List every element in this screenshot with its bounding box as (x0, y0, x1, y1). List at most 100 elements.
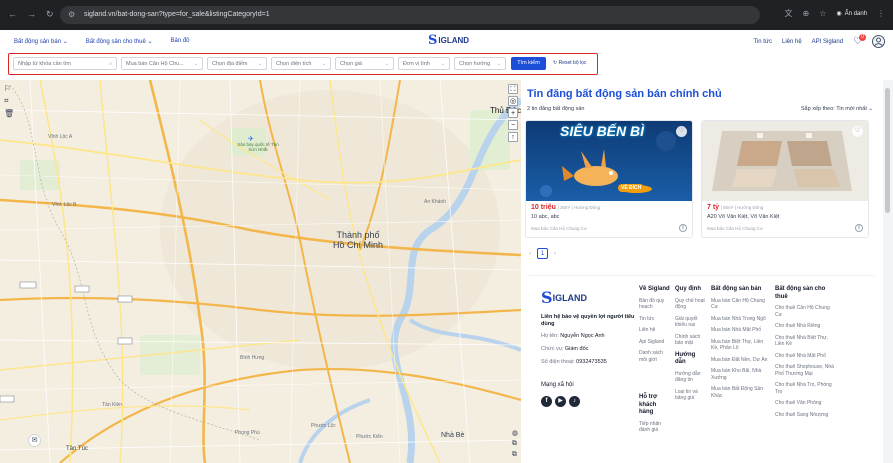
nav-item-map[interactable]: Bản đồ (171, 38, 190, 45)
footer-link[interactable]: Mua bán Đất Nền, Dự Án (711, 357, 769, 364)
footer-col-support: Hỗ trợ khách hàng Tiếp nhận đánh giá (639, 394, 671, 439)
keyword-search-input[interactable]: Nhập từ khóa cần tìm ⌕ (13, 57, 117, 70)
map-label-nha-be: Nhà Bè (441, 432, 465, 439)
footer-link[interactable]: Api Sigland (639, 339, 671, 346)
zoom-in-button[interactable]: + (508, 108, 518, 118)
listing-image (702, 121, 868, 201)
footer-link[interactable]: Cho thuê Căn Hộ Chung Cư (775, 305, 837, 318)
listing-image-graphic (702, 121, 868, 201)
back-icon[interactable]: ← (8, 9, 17, 20)
chevron-down-icon: ⌄ (496, 60, 501, 67)
site-logo[interactable]: S IGLAND (428, 33, 469, 48)
site-info-icon[interactable]: ⚙ (68, 10, 75, 19)
direction-value: Chọn hướng (459, 60, 491, 67)
footer-link[interactable]: Hướng dẫn đăng tin (675, 371, 707, 384)
favorite-heart-icon[interactable]: ♡ (676, 126, 687, 137)
footer-link[interactable]: Tin tức (639, 316, 671, 323)
footer-link[interactable]: Danh sách môi giới (639, 350, 671, 363)
footer-link[interactable]: Cho thuê Nhà Biệt Thự, Liền Kề (775, 335, 837, 348)
listing-card[interactable]: ♡ 7 tỷ | 80m² | Hướng Đông A20 Võ Văn Ki… (701, 120, 869, 238)
map-label-vinh-loc-b: Vĩnh Lộc B (52, 202, 77, 208)
footer-link[interactable]: Quy chế hoạt động (675, 298, 707, 311)
contact-name-value: Nguyễn Ngọc Anh (560, 333, 605, 339)
compass-icon[interactable]: ↑ (508, 132, 518, 142)
nav-item-sale-label: Bất động sản bán (14, 39, 62, 45)
facebook-icon[interactable]: f (541, 396, 552, 407)
draw-polygon-icon[interactable]: ⚐ (4, 84, 14, 93)
reset-filter-button[interactable]: ↻ Reset bộ lọc (553, 60, 586, 66)
prev-page-icon[interactable]: ‹ (529, 251, 531, 257)
scrollbar-thumb[interactable] (885, 88, 890, 213)
nav-item-news[interactable]: Tin tức (754, 39, 772, 45)
page-number[interactable]: 1 (537, 248, 548, 259)
listing-price: 10 triệu (531, 204, 556, 211)
fullscreen-icon[interactable]: ⛶ (508, 84, 518, 94)
next-page-icon[interactable]: › (554, 251, 556, 257)
footer-link[interactable]: Chính sách bảo mật (675, 334, 707, 347)
contact-heading: Liên hệ bảo vệ quyền lợi người tiêu dùng (541, 314, 635, 327)
footer-link[interactable]: Mua bán Biệt Thự, Liền Kề, Phân Lô (711, 339, 769, 352)
bookmark-star-icon[interactable]: ☆ (819, 9, 826, 18)
address-bar[interactable]: ⚙ sigland.vn/bat-dong-san?type=for_sale&… (60, 6, 760, 24)
user-avatar[interactable] (872, 35, 885, 48)
share-icon[interactable]: ⇪ (855, 224, 863, 232)
area-select[interactable]: Chọn diện tích ⌄ (271, 57, 331, 70)
layers-alt-icon[interactable]: ⧉ (512, 451, 518, 459)
layers-icon[interactable]: ⧉ (512, 440, 518, 448)
globe-icon[interactable]: ◍ (512, 429, 518, 437)
nav-item-sale[interactable]: Bất động sản bán ⌄ (14, 38, 68, 45)
footer-link[interactable]: Mua bán Kho Bãi, Nhà Xưởng (711, 368, 769, 381)
map-view[interactable]: Vĩnh Lộc A Vĩnh Lộc B Sân bay quốc tế Tâ… (0, 80, 521, 463)
footer-link[interactable]: Mua bán Nhà Mặt Phố (711, 327, 769, 334)
search-button[interactable]: Tìm kiếm (511, 57, 546, 70)
favorites-button[interactable]: ♡ 0 (853, 34, 866, 47)
nav-item-rent[interactable]: Bất động sản cho thuê ⌄ (86, 38, 153, 45)
chat-icon[interactable]: ✉ (28, 434, 41, 447)
footer-link[interactable]: Tiếp nhận đánh giá (639, 421, 671, 434)
nav-item-api[interactable]: API Sigland (812, 39, 843, 45)
incognito-indicator[interactable]: ◉ Ẩn danh (836, 10, 867, 18)
nav-item-contact[interactable]: Liên hệ (782, 39, 802, 45)
map-label-airport: Sân bay quốc tế Tân Sơn Nhất (237, 142, 279, 152)
share-icon[interactable]: ⇪ (679, 224, 687, 232)
listing-meta: | 80m² | Hướng Đông (720, 205, 764, 210)
unit-select[interactable]: Đơn vị tính ⌄ (398, 57, 450, 70)
listing-title: Tin đăng bất động sản bán chính chủ (527, 88, 722, 100)
youtube-icon[interactable]: ▶ (555, 396, 566, 407)
price-select[interactable]: Chọn giá ⌄ (335, 57, 394, 70)
footer-link[interactable]: Cho thuê Nhà Riêng (775, 323, 837, 330)
trash-icon[interactable]: 🗑 (4, 109, 14, 118)
footer-link[interactable]: Loại tin và bảng giá (675, 389, 707, 402)
footer-link[interactable]: Bản đồ quy hoạch (639, 298, 671, 311)
footer-link[interactable]: Mua bán Căn Hộ Chung Cư (711, 298, 769, 311)
location-select[interactable]: Chọn địa điểm ⌄ (207, 57, 267, 70)
reload-icon[interactable]: ↻ (46, 9, 54, 20)
forward-icon[interactable]: → (27, 9, 36, 20)
footer-link[interactable]: Cho thuê Nhà Trọ, Phòng Trọ (775, 382, 837, 395)
zoom-out-button[interactable]: − (508, 120, 518, 130)
locate-icon[interactable]: ◎ (508, 96, 518, 106)
category-select[interactable]: Mua bán Căn Hộ Chu... ⌄ (121, 57, 203, 70)
footer-link[interactable]: Giải quyết khiếu nại (675, 316, 707, 329)
translate-icon[interactable]: 文 (785, 8, 793, 19)
footer-link[interactable]: Mua bán Nhà Trong Ngõ (711, 316, 769, 323)
footer-link[interactable]: Cho thuê Sang Nhượng (775, 412, 837, 419)
map-layer-controls: ◍ ⧉ ⧉ (512, 429, 518, 459)
panel-scrollbar[interactable] (883, 80, 893, 463)
map-canvas (0, 80, 521, 463)
footer-link[interactable]: Cho thuê Nhà Mặt Phố (775, 353, 837, 360)
listing-type: Mua bán Căn Hộ Chung Cư (707, 226, 764, 231)
tiktok-icon[interactable]: ♪ (569, 396, 580, 407)
footer-logo[interactable]: S IGLAND (541, 288, 587, 307)
direction-select[interactable]: Chọn hướng ⌄ (454, 57, 506, 70)
sort-select[interactable]: Sắp xếp theo: Tin mới nhất ⌄ (801, 106, 873, 112)
footer-link[interactable]: Cho thuê Shophouse, Nhà Phố Thương Mại (775, 364, 837, 377)
draw-rectangle-icon[interactable]: ⌗ (4, 96, 14, 106)
favorite-heart-icon[interactable]: ♡ (852, 126, 863, 137)
footer-link[interactable]: Mua bán Bất Động Sản Khác (711, 386, 769, 399)
zoom-icon[interactable]: ⊕ (803, 9, 810, 18)
listing-card[interactable]: SIÊU BẾN BÌ VỀ ĐÍCH ♡ 10 triệu | 30m² | … (525, 120, 693, 238)
browser-menu-icon[interactable]: ⋮ (877, 9, 885, 18)
footer-link[interactable]: Cho thuê Văn Phòng (775, 400, 837, 407)
footer-link[interactable]: Liên hệ (639, 327, 671, 334)
